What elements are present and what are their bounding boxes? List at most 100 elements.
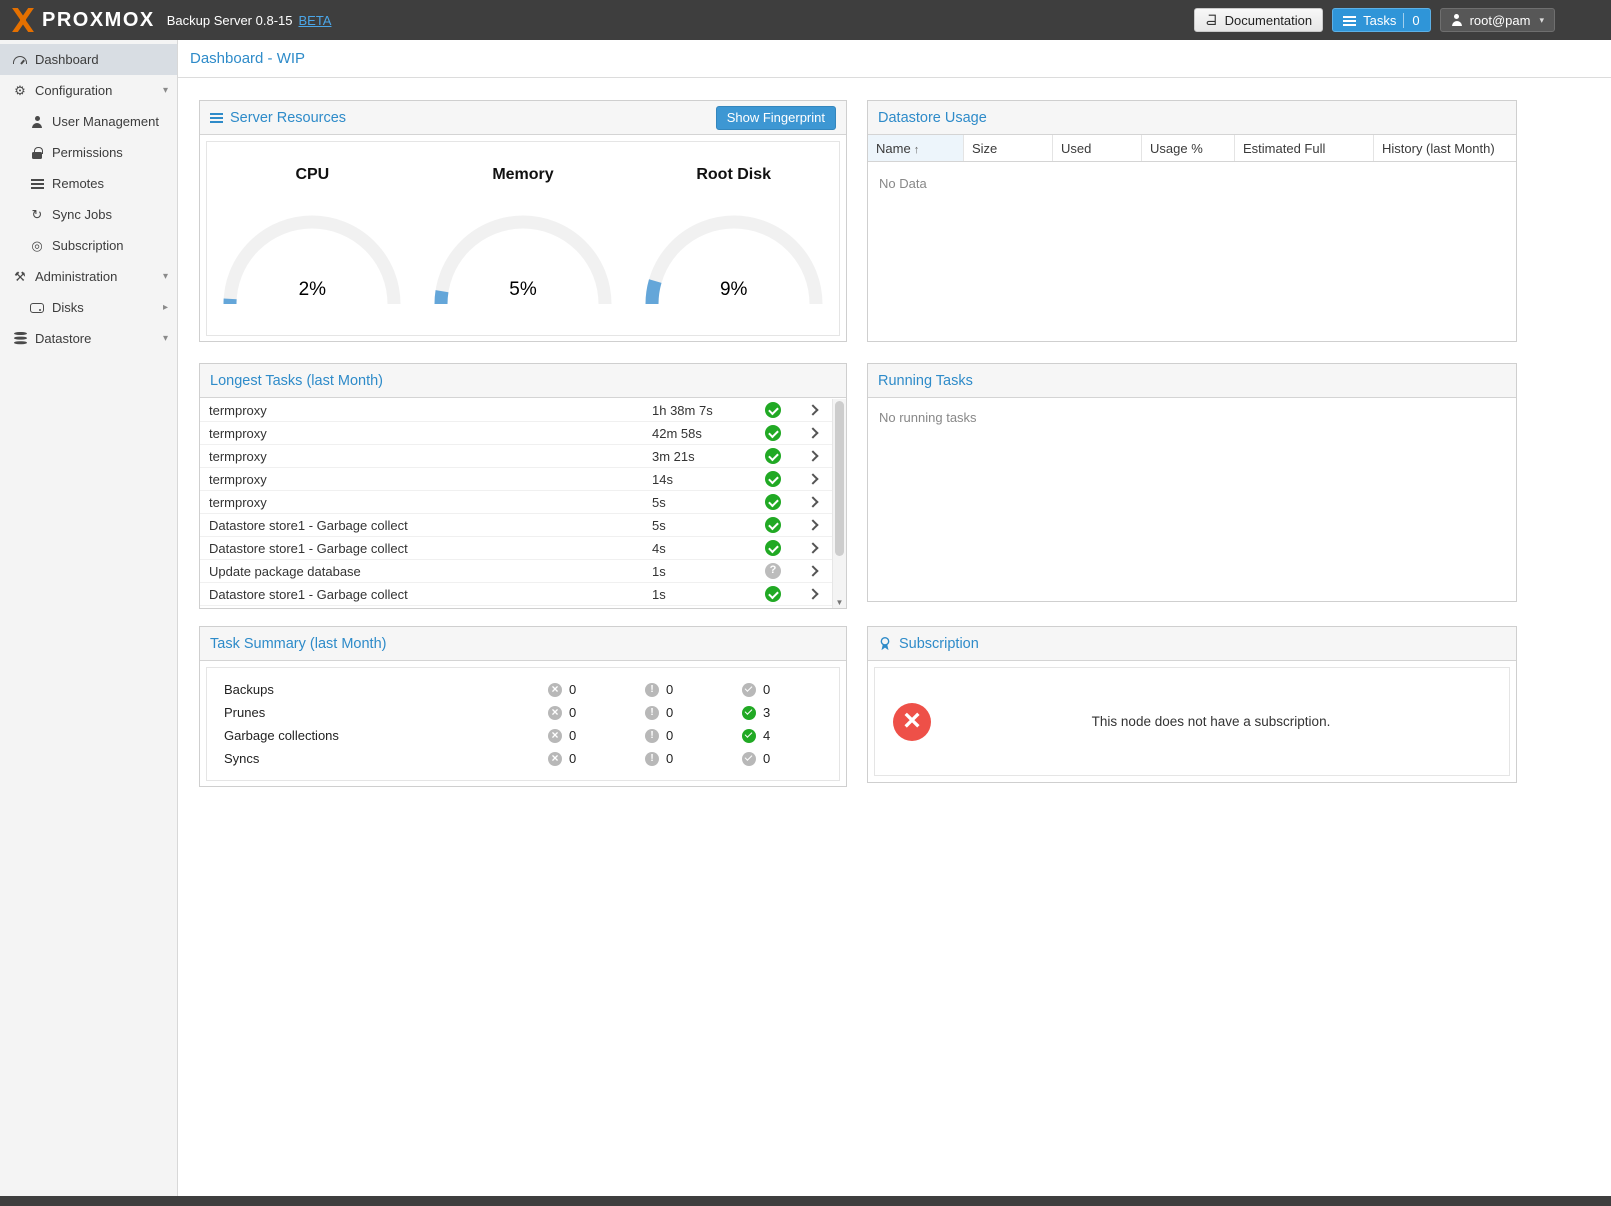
task-name: termproxy — [209, 426, 652, 441]
collapse-arrow-icon[interactable]: ▾ — [163, 333, 168, 344]
sidebar-item-disks[interactable]: Disks ▸ — [0, 292, 177, 323]
task-summary-table: Backups 0 0 0 Prunes 0 0 3 Garbage colle… — [206, 667, 840, 781]
sidebar-item-subscription[interactable]: ◎ Subscription — [0, 230, 177, 261]
collapse-arrow-icon[interactable]: ▾ — [163, 271, 168, 282]
user-icon — [27, 116, 47, 128]
panel-title: Datastore Usage — [878, 110, 987, 126]
error-icon — [548, 683, 562, 697]
open-task-chevron-icon[interactable] — [794, 567, 832, 575]
panel-title: Longest Tasks (last Month) — [210, 373, 383, 389]
ok-icon — [742, 706, 756, 720]
panel-title: Task Summary (last Month) — [210, 636, 386, 652]
ok-icon — [742, 683, 756, 697]
task-name: Datastore store1 - Garbage collect — [209, 587, 652, 602]
task-row[interactable]: Datastore store1 - Garbage collect 4s — [200, 537, 832, 560]
open-task-chevron-icon[interactable] — [794, 498, 832, 506]
proxmox-x-icon — [10, 7, 36, 33]
sidebar-item-configuration[interactable]: ⚙ Configuration ▾ — [0, 75, 177, 106]
gauge-value: 9% — [639, 279, 829, 301]
user-menu-label: root@pam — [1470, 13, 1531, 28]
longest-tasks-panel: Longest Tasks (last Month) termproxy 1h … — [199, 363, 847, 609]
task-row[interactable]: termproxy 42m 58s — [200, 422, 832, 445]
open-task-chevron-icon[interactable] — [794, 590, 832, 598]
status-ok-icon — [752, 586, 794, 602]
ok-count: 0 — [763, 751, 770, 766]
warning-icon — [645, 729, 659, 743]
task-row[interactable]: termproxy 1h 38m 7s — [200, 399, 832, 422]
memory-gauge: Memory 5% — [418, 142, 629, 335]
ok-count: 4 — [763, 728, 770, 743]
warning-count: 0 — [666, 751, 673, 766]
top-bar: PROXMOX Backup Server 0.8-15 BETA Docume… — [0, 0, 1611, 40]
ok-icon — [742, 752, 756, 766]
sidebar-item-sync-jobs[interactable]: ↻ Sync Jobs — [0, 199, 177, 230]
expand-arrow-icon[interactable]: ▸ — [163, 302, 168, 313]
open-task-chevron-icon[interactable] — [794, 406, 832, 414]
sidebar-item-dashboard[interactable]: Dashboard — [0, 44, 177, 75]
scroll-down-arrow-icon[interactable]: ▼ — [833, 598, 846, 607]
panel-title: Subscription — [899, 636, 979, 652]
collapse-arrow-icon[interactable]: ▾ — [163, 85, 168, 96]
datastore-usage-panel: Datastore Usage Name↑ Size Used Usage % … — [867, 100, 1517, 342]
sidebar-item-remotes[interactable]: Remotes — [0, 168, 177, 199]
scrollbar-thumb[interactable] — [835, 401, 844, 556]
status-unknown-icon — [752, 563, 794, 579]
task-list-icon — [1343, 15, 1356, 26]
open-task-chevron-icon[interactable] — [794, 475, 832, 483]
panel-title: Running Tasks — [878, 373, 973, 389]
sidebar-item-label: Permissions — [52, 145, 123, 160]
beta-link[interactable]: BETA — [298, 13, 331, 28]
sidebar-item-administration[interactable]: ⚒ Administration ▾ — [0, 261, 177, 292]
status-ok-icon — [752, 540, 794, 556]
tachometer-icon — [10, 56, 30, 64]
error-count: 0 — [569, 682, 576, 697]
sidebar-item-datastore[interactable]: Datastore ▾ — [0, 323, 177, 354]
task-name: termproxy — [209, 403, 652, 418]
subscription-message: This node does not have a subscription. — [931, 714, 1491, 729]
chevron-down-icon: ▾ — [1539, 15, 1544, 26]
gauge-value: 5% — [428, 279, 618, 301]
task-name: termproxy — [209, 449, 652, 464]
error-count: 0 — [569, 705, 576, 720]
main-content: Dashboard - WIP Server Resources Show Fi… — [178, 40, 1611, 1196]
open-task-chevron-icon[interactable] — [794, 452, 832, 460]
task-row[interactable]: termproxy 14s — [200, 468, 832, 491]
task-row[interactable]: termproxy 3m 21s — [200, 445, 832, 468]
task-row[interactable]: Update package database 1s — [200, 560, 832, 583]
vertical-scrollbar[interactable]: ▼ — [832, 399, 846, 608]
column-header-history[interactable]: History (last Month) — [1374, 135, 1516, 161]
column-header-usage-pct[interactable]: Usage % — [1142, 135, 1235, 161]
column-header-estimated-full[interactable]: Estimated Full — [1235, 135, 1374, 161]
server-resources-panel: Server Resources Show Fingerprint CPU 2%… — [199, 100, 847, 342]
open-task-chevron-icon[interactable] — [794, 429, 832, 437]
sidebar-item-permissions[interactable]: Permissions — [0, 137, 177, 168]
warning-count: 0 — [666, 728, 673, 743]
column-header-name[interactable]: Name↑ — [868, 135, 964, 161]
warning-count: 0 — [666, 705, 673, 720]
sidebar-item-user-management[interactable]: User Management — [0, 106, 177, 137]
running-tasks-panel: Running Tasks No running tasks — [867, 363, 1517, 602]
ok-count: 3 — [763, 705, 770, 720]
show-fingerprint-button[interactable]: Show Fingerprint — [716, 106, 836, 130]
summary-label: Syncs — [207, 751, 548, 766]
warning-icon — [645, 683, 659, 697]
task-duration: 4s — [652, 541, 752, 556]
open-task-chevron-icon[interactable] — [794, 544, 832, 552]
column-header-used[interactable]: Used — [1053, 135, 1142, 161]
wrench-icon: ⚒ — [10, 269, 30, 285]
refresh-icon: ↻ — [27, 207, 47, 223]
user-menu-button[interactable]: root@pam ▾ — [1440, 8, 1555, 32]
task-row[interactable]: termproxy 5s — [200, 491, 832, 514]
book-icon — [1205, 14, 1218, 27]
no-subscription-icon — [893, 703, 931, 741]
tasks-button[interactable]: Tasks 0 — [1332, 8, 1430, 32]
open-task-chevron-icon[interactable] — [794, 521, 832, 529]
tasks-count-badge: 0 — [1403, 13, 1419, 28]
sidebar-item-label: Administration — [35, 269, 117, 284]
task-row[interactable]: Datastore store1 - Garbage collect 1s — [200, 583, 832, 606]
column-header-size[interactable]: Size — [964, 135, 1053, 161]
proxmox-logo: PROXMOX — [10, 7, 155, 33]
task-row[interactable]: Datastore store1 - Garbage collect 5s — [200, 514, 832, 537]
error-icon — [548, 729, 562, 743]
documentation-button[interactable]: Documentation — [1194, 8, 1323, 32]
